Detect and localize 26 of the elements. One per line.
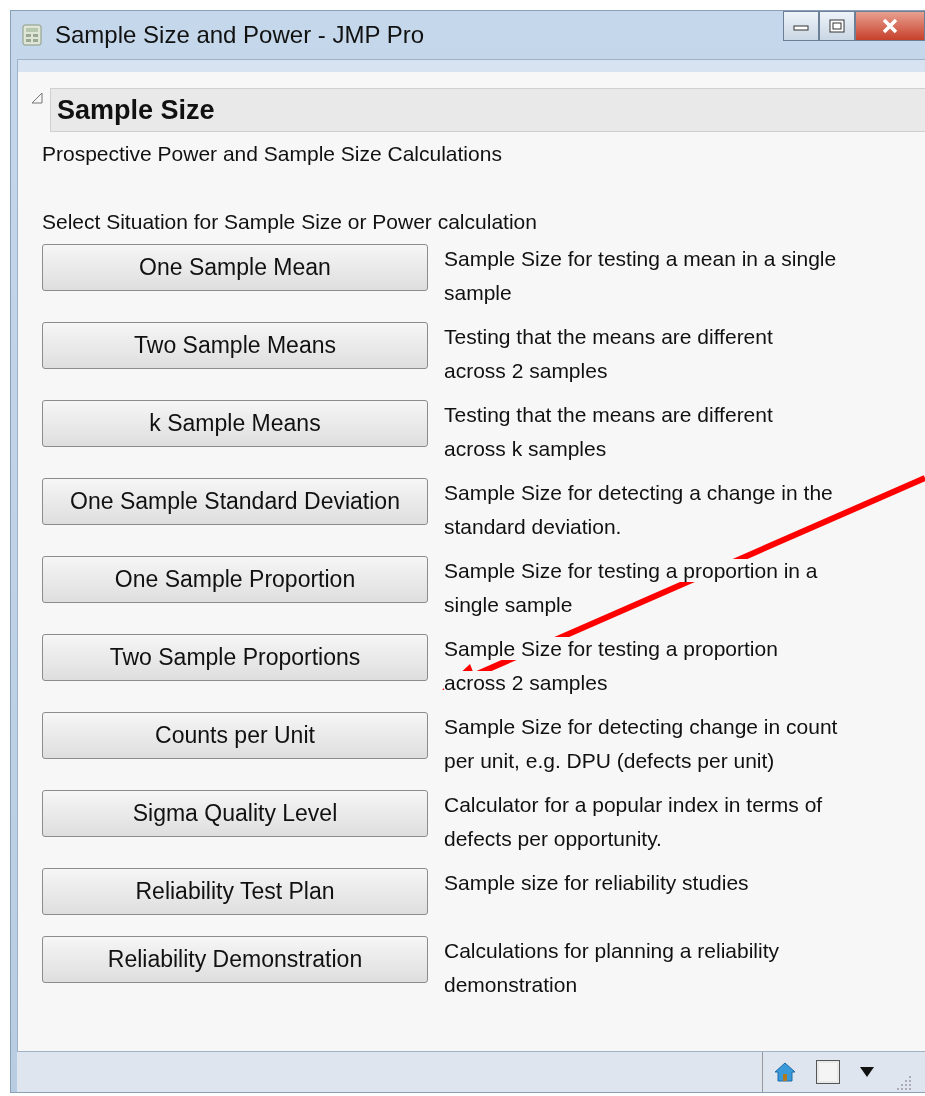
close-button[interactable]: [855, 11, 925, 41]
minimize-button[interactable]: [783, 11, 819, 41]
option-button[interactable]: Two Sample Means: [42, 322, 428, 369]
subtitle: Prospective Power and Sample Size Calculations: [42, 142, 503, 166]
option-button[interactable]: Sigma Quality Level: [42, 790, 428, 837]
dropdown-icon[interactable]: [859, 1066, 875, 1078]
option-button[interactable]: Reliability Demonstration: [42, 936, 428, 983]
option-button[interactable]: Two Sample Proportions: [42, 634, 428, 681]
option-button[interactable]: One Sample Standard Deviation: [42, 478, 428, 525]
option-button[interactable]: One Sample Proportion: [42, 556, 428, 603]
checkbox-icon[interactable]: [815, 1059, 841, 1085]
close-icon: [881, 18, 899, 34]
option-description: Sample Size for testing a proportion in a single sample: [444, 558, 818, 618]
option-description: Sample Size for testing a proportion across 2 samples: [444, 636, 778, 696]
triangle-icon: [30, 90, 44, 105]
home-icon[interactable]: [773, 1061, 797, 1083]
option-button[interactable]: Counts per Unit: [42, 712, 428, 759]
option-button[interactable]: Reliability Test Plan: [42, 868, 428, 915]
section-title: Sample Size: [57, 94, 215, 126]
option-button[interactable]: One Sample Mean: [42, 244, 428, 291]
maximize-button[interactable]: [819, 11, 855, 41]
option-button[interactable]: k Sample Means: [42, 400, 428, 447]
maximize-icon: [829, 19, 845, 33]
calculator-icon: [21, 24, 43, 46]
window-title: Sample Size and Power - JMP Pro: [55, 21, 425, 49]
instruction-text: Select Situation for Sample Size or Power calculation: [42, 210, 538, 234]
